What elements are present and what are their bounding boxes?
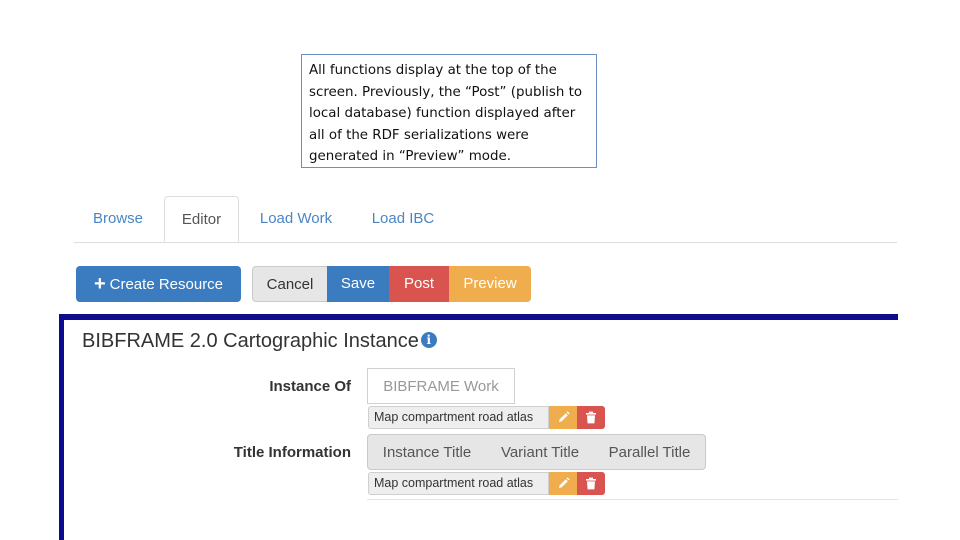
tab-load-work[interactable]: Load Work (248, 196, 344, 242)
save-button[interactable]: Save (327, 266, 389, 302)
info-circle-icon[interactable]: i (420, 332, 437, 348)
edit-pencil-icon[interactable] (549, 406, 577, 429)
option-bibframe-work[interactable]: BIBFRAME Work (367, 368, 515, 404)
plus-icon: + (93, 273, 106, 295)
option-parallel-title[interactable]: Parallel Title (594, 434, 706, 470)
option-instance-title[interactable]: Instance Title (367, 434, 487, 470)
edit-pencil-icon[interactable] (549, 472, 577, 495)
cancel-button[interactable]: Cancel (252, 266, 328, 302)
post-button[interactable]: Post (389, 266, 449, 302)
value-chip-instance-of: Map compartment road atlas (368, 406, 549, 429)
tab-load-ibc[interactable]: Load IBC (359, 196, 447, 242)
tab-editor[interactable]: Editor (164, 196, 239, 242)
delete-trash-icon[interactable] (577, 406, 605, 429)
form-title: BIBFRAME 2.0 Cartographic Instance i (82, 330, 437, 353)
form-title-text: BIBFRAME 2.0 Cartographic Instance (82, 330, 419, 352)
callout-text: All functions display at the top of the … (309, 63, 583, 165)
create-resource-label: Create Resource (109, 276, 224, 293)
option-variant-title[interactable]: Variant Title (486, 434, 595, 470)
delete-trash-icon[interactable] (577, 472, 605, 495)
field-label-instance-of: Instance Of (269, 378, 351, 395)
value-chip-title-information: Map compartment road atlas (368, 472, 549, 495)
nav-tabs: Browse Editor Load Work Load IBC (74, 196, 897, 243)
create-resource-button[interactable]: + Create Resource (76, 266, 241, 302)
field-label-title-information: Title Information (233, 444, 351, 461)
divider (367, 499, 898, 500)
preview-button[interactable]: Preview (449, 266, 531, 302)
annotation-callout: All functions display at the top of the … (301, 54, 597, 168)
tab-browse[interactable]: Browse (74, 196, 162, 242)
